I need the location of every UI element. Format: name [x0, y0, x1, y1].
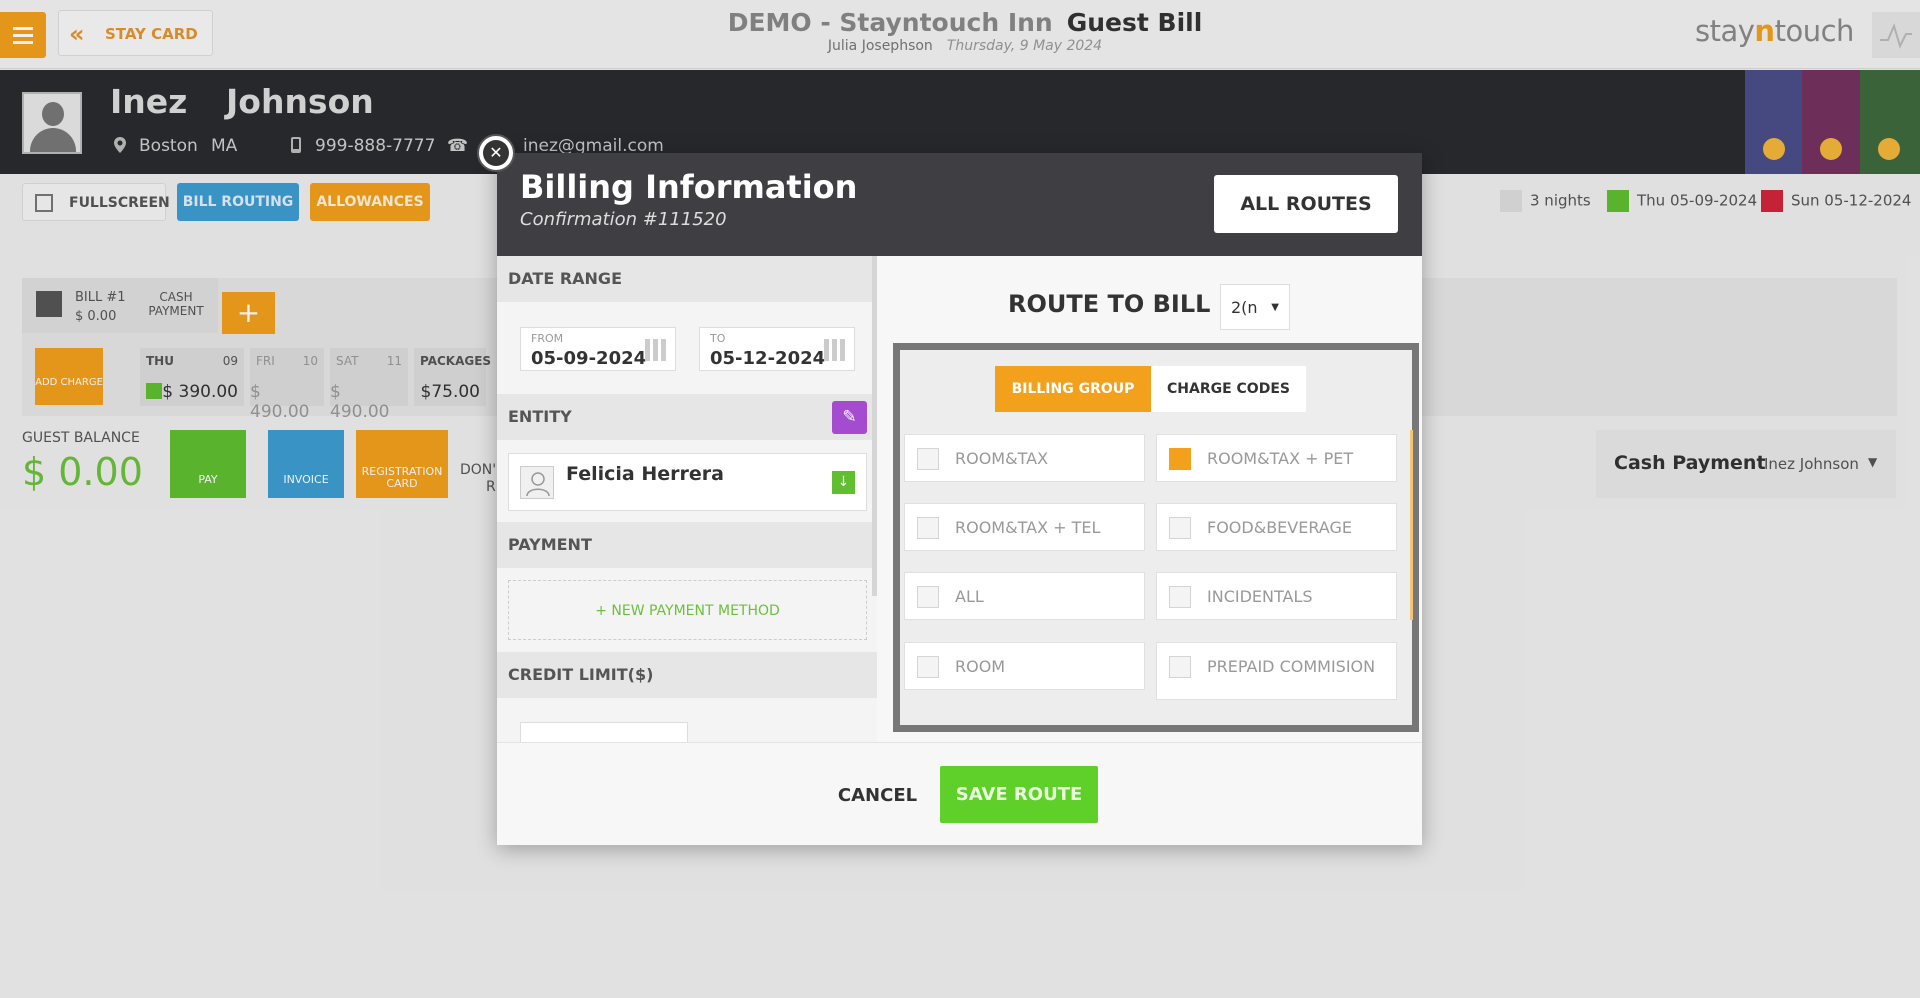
billing-group-option[interactable]: PREPAID COMMISION	[1156, 642, 1397, 700]
billing-group-option[interactable]: ROOM&TAX + TEL	[904, 503, 1145, 551]
calendar-icon[interactable]	[645, 339, 667, 361]
new-payment-method-button[interactable]: + NEW PAYMENT METHOD	[508, 580, 867, 640]
pencil-icon[interactable]: ✎	[832, 401, 867, 434]
entity-name: Felicia Herrera	[566, 463, 724, 485]
billing-group-option[interactable]: ROOM&TAX + PET	[1156, 434, 1397, 482]
checkbox[interactable]	[1169, 517, 1191, 539]
billing-group-option[interactable]: ALL	[904, 572, 1145, 620]
checkbox[interactable]	[1169, 656, 1191, 678]
to-date-field[interactable]: TO 05-12-2024	[699, 327, 855, 371]
entity-label: ENTITY	[497, 394, 877, 440]
from-date-field[interactable]: FROM 05-09-2024	[520, 327, 676, 371]
checkbox[interactable]	[1169, 448, 1191, 470]
billing-group-option[interactable]: ROOM&TAX	[904, 434, 1145, 482]
checkbox[interactable]	[917, 448, 939, 470]
route-to-bill-label: ROUTE TO BILL #	[1008, 290, 1239, 318]
confirmation-number: Confirmation #111520	[520, 209, 727, 230]
tab-charge-codes[interactable]: CHARGE CODES	[1151, 366, 1306, 412]
checkbox[interactable]	[917, 656, 939, 678]
save-route-button[interactable]: SAVE ROUTE	[940, 766, 1098, 823]
checkbox[interactable]	[917, 586, 939, 608]
scrollbar[interactable]	[872, 256, 877, 596]
date-range-label: DATE RANGE	[497, 256, 877, 302]
billing-group-option[interactable]: ROOM	[904, 642, 1145, 690]
billing-group-option[interactable]: INCIDENTALS	[1156, 572, 1397, 620]
all-routes-button[interactable]: ALL ROUTES	[1214, 175, 1398, 233]
cancel-button[interactable]: CANCEL	[830, 770, 925, 822]
download-icon[interactable]: ↓	[832, 471, 855, 494]
avatar-icon	[520, 466, 554, 499]
route-to-bill-select[interactable]: 2(n ▼	[1220, 284, 1290, 330]
scrollbar[interactable]	[1410, 430, 1413, 620]
caret-down-icon: ▼	[1271, 302, 1279, 313]
checkbox[interactable]	[1169, 586, 1191, 608]
payment-label: PAYMENT	[497, 522, 877, 568]
modal-title: Billing Information	[520, 168, 858, 206]
billing-group-option[interactable]: FOOD&BEVERAGE	[1156, 503, 1397, 551]
close-icon[interactable]: ✕	[477, 134, 515, 172]
tab-billing-group[interactable]: BILLING GROUP	[995, 366, 1151, 412]
checkbox[interactable]	[917, 517, 939, 539]
calendar-icon[interactable]	[824, 339, 846, 361]
credit-limit-label: CREDIT LIMIT($)	[497, 652, 877, 698]
